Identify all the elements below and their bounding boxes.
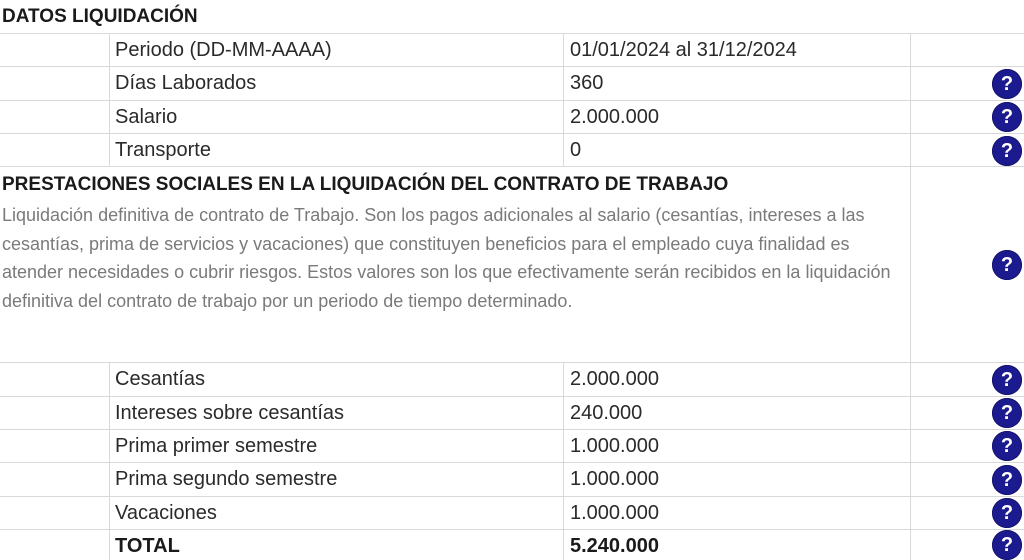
liquidacion-sheet: DATOS LIQUIDACIÓN Periodo (DD-MM-AAAA) 0… [0,0,1024,560]
total-value: 5.240.000 [570,535,659,557]
total-label: TOTAL [115,535,180,557]
total-row: TOTAL 5.240.000 [0,0,1024,560]
total-help-icon[interactable]: ? [992,530,1022,560]
